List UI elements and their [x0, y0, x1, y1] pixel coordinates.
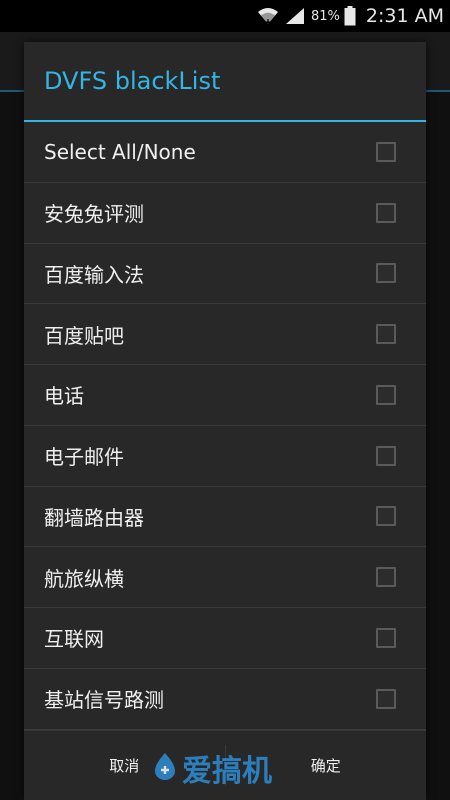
list-item-label: 互联网 [44, 627, 104, 652]
list-item[interactable]: 电话 [24, 365, 426, 426]
checkbox[interactable] [376, 627, 396, 648]
list-item-label: 航旅纵横 [44, 566, 124, 591]
signal-icon [285, 7, 305, 25]
list-item-label: 百度贴吧 [44, 323, 124, 348]
status-bar: 81% 2:31 AM [0, 0, 450, 32]
list-item[interactable]: 电子邮件 [24, 426, 426, 487]
list-item[interactable]: 百度贴吧 [24, 304, 426, 365]
list-item-label: 电话 [44, 384, 84, 409]
list-item[interactable]: 安兔兔评测 [24, 183, 426, 244]
list-item[interactable]: 航旅纵横 [24, 547, 426, 608]
checkbox[interactable] [376, 263, 396, 284]
screen: 81% 2:31 AM DVFS blackList Select All/No… [0, 0, 450, 800]
list-item-label: 基站信号路测 [44, 688, 164, 713]
ok-button[interactable]: 确定 [226, 731, 427, 800]
blacklist-dialog: DVFS blackList Select All/None 安兔兔评测 百度输… [24, 42, 426, 800]
list-item-select-all[interactable]: Select All/None [24, 122, 426, 183]
list-item-label: 电子邮件 [44, 445, 124, 470]
status-time: 2:31 AM [365, 5, 444, 27]
wifi-icon [257, 7, 279, 25]
battery-percent: 81% [310, 8, 340, 24]
dialog-actions: 取消 确定 [24, 730, 426, 800]
list-item-label: Select All/None [44, 139, 196, 164]
checkbox[interactable] [376, 445, 396, 466]
checkbox[interactable] [376, 141, 396, 162]
list-item-label: 翻墙路由器 [44, 505, 144, 530]
checkbox[interactable] [376, 506, 396, 527]
list-item[interactable]: 百度输入法 [24, 244, 426, 305]
app-list: Select All/None 安兔兔评测 百度输入法 百度贴吧 电话 电子邮件 [24, 122, 426, 730]
checkbox[interactable] [376, 202, 396, 223]
list-item[interactable]: 翻墙路由器 [24, 487, 426, 548]
cancel-button[interactable]: 取消 [24, 731, 225, 800]
checkbox[interactable] [376, 567, 396, 588]
list-item[interactable]: 基站信号路测 [24, 669, 426, 730]
checkbox[interactable] [376, 324, 396, 345]
list-item[interactable]: 互联网 [24, 608, 426, 669]
dialog-title: DVFS blackList [44, 67, 221, 95]
checkbox[interactable] [376, 688, 396, 709]
battery-icon [344, 6, 356, 26]
list-item-label: 安兔兔评测 [44, 202, 144, 227]
checkbox[interactable] [376, 384, 396, 405]
list-item-label: 百度输入法 [44, 262, 144, 287]
